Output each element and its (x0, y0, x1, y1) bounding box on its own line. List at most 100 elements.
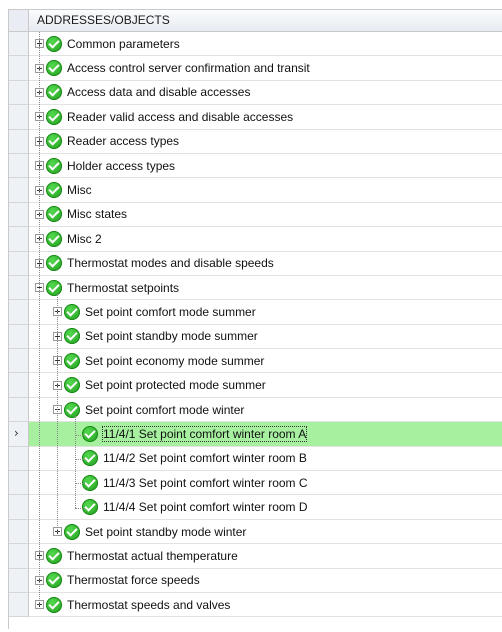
tree-cell[interactable]: Misc 2 (29, 227, 502, 252)
tree-node-label[interactable]: Access control server confirmation and t… (67, 61, 310, 75)
tree-node-label[interactable]: 11/4/2 Set point comfort winter room B (103, 451, 307, 465)
tree-cell[interactable]: Reader access types (29, 130, 502, 154)
tree-connector-line (75, 483, 85, 485)
tree-cell[interactable]: Set point protected mode summer (29, 373, 502, 398)
tree-cell[interactable]: 11/4/4 Set point comfort winter room D (29, 495, 502, 520)
tree-cell[interactable]: 11/4/1 Set point comfort winter room A (29, 422, 502, 447)
status-ok-check-icon (46, 230, 62, 247)
tree-row[interactable]: Thermostat setpoints (9, 275, 502, 301)
row-indicator[interactable] (9, 32, 29, 57)
tree-cell[interactable]: Holder access types (29, 154, 502, 179)
tree-row[interactable]: Thermostat force speeds (9, 568, 502, 593)
tree-cell[interactable]: Thermostat force speeds (29, 569, 502, 593)
tree-row[interactable]: Access data and disable accesses (9, 80, 502, 106)
tree-row[interactable]: Set point comfort mode winter (9, 397, 502, 423)
row-indicator[interactable] (9, 373, 29, 398)
tree-row[interactable]: Thermostat actual themperature (9, 544, 502, 569)
tree-node-label[interactable]: Thermostat force speeds (67, 573, 200, 587)
row-indicator[interactable] (9, 397, 29, 423)
tree-row[interactable]: Thermostat modes and disable speeds (9, 251, 502, 276)
tree-row[interactable]: Set point standby mode summer (9, 324, 502, 350)
column-header-addresses-objects[interactable]: ADDRESSES/OBJECTS (29, 10, 502, 32)
tree-row[interactable]: Set point standby mode winter (9, 519, 502, 545)
tree-cell[interactable]: Reader valid access and disable accesses (29, 105, 502, 130)
tree-row[interactable]: Misc (9, 178, 502, 203)
tree-node-label[interactable]: Reader valid access and disable accesses (67, 110, 293, 124)
tree-row[interactable]: Misc states (9, 202, 502, 228)
tree-node-label[interactable]: Set point standby mode winter (85, 525, 246, 539)
tree-cell[interactable]: Thermostat setpoints (29, 276, 502, 301)
tree-cell[interactable]: Access data and disable accesses (29, 81, 502, 106)
row-indicator[interactable] (9, 275, 29, 301)
tree-cell[interactable]: Misc states (29, 203, 502, 228)
tree-row[interactable]: Reader valid access and disable accesses (9, 105, 502, 130)
tree-row[interactable]: Set point comfort mode summer (9, 300, 502, 325)
tree-cell[interactable]: Thermostat speeds and valves (29, 593, 502, 618)
tree-node-label[interactable]: 11/4/3 Set point comfort winter room C (103, 476, 308, 490)
row-indicator[interactable] (9, 129, 29, 154)
tree-row[interactable]: Reader access types (9, 129, 502, 154)
current-row-arrow-icon: › (14, 426, 19, 441)
tree-node-label[interactable]: Misc 2 (67, 232, 102, 246)
row-indicator[interactable] (9, 446, 29, 472)
tree-node-label[interactable]: 11/4/1 Set point comfort winter room A (101, 425, 308, 442)
tree-node-label[interactable]: Misc (67, 183, 92, 197)
row-indicator[interactable] (9, 105, 29, 130)
tree-connector-line (57, 294, 58, 533)
status-ok-check-icon (46, 108, 62, 125)
tree-node-label[interactable]: Access data and disable accesses (67, 85, 250, 99)
tree-node-label[interactable]: Set point standby mode summer (85, 329, 258, 343)
row-indicator[interactable] (9, 592, 29, 618)
row-indicator[interactable] (9, 251, 29, 276)
tree-cell[interactable]: Set point economy mode summer (29, 349, 502, 374)
row-indicator[interactable] (9, 495, 29, 520)
row-indicator[interactable] (9, 178, 29, 203)
tree-row[interactable]: Misc 2 (9, 227, 502, 252)
tree-cell[interactable]: Thermostat actual themperature (29, 544, 502, 569)
tree-node-label[interactable]: Set point comfort mode summer (85, 305, 256, 319)
tree-node-label[interactable]: Set point comfort mode winter (85, 403, 244, 417)
tree-cell[interactable]: Set point comfort mode winter (29, 398, 502, 423)
row-indicator[interactable]: › (9, 422, 29, 447)
row-indicator[interactable] (9, 56, 29, 81)
tree-node-label[interactable]: Holder access types (67, 159, 175, 173)
tree-row[interactable]: Set point protected mode summer (9, 373, 502, 398)
row-indicator[interactable] (9, 300, 29, 325)
tree-cell[interactable]: 11/4/3 Set point comfort winter room C (29, 471, 502, 496)
tree-cell[interactable]: Set point standby mode summer (29, 325, 502, 350)
tree-node-label[interactable]: Thermostat modes and disable speeds (67, 256, 274, 270)
row-indicator[interactable] (9, 153, 29, 179)
addresses-tree-grid: ADDRESSES/OBJECTS Common parameters Acces… (8, 9, 502, 629)
tree-node-label[interactable]: 11/4/4 Set point comfort winter room D (103, 500, 308, 514)
tree-cell[interactable]: Set point comfort mode summer (29, 300, 502, 325)
row-indicator[interactable] (9, 80, 29, 106)
tree-node-label[interactable]: Common parameters (67, 37, 180, 51)
tree-cell[interactable]: Access control server confirmation and t… (29, 56, 502, 81)
row-indicator[interactable] (9, 519, 29, 545)
tree-row[interactable]: Holder access types (9, 153, 502, 179)
row-indicator[interactable] (9, 349, 29, 374)
row-indicator[interactable] (9, 202, 29, 228)
tree-node-label[interactable]: Set point protected mode summer (85, 378, 266, 392)
tree-node-label[interactable]: Thermostat setpoints (67, 281, 179, 295)
tree-row[interactable]: Common parameters (9, 32, 502, 57)
status-ok-check-icon (46, 84, 62, 101)
tree-row[interactable]: Thermostat speeds and valves (9, 592, 502, 618)
tree-cell[interactable]: Thermostat modes and disable speeds (29, 252, 502, 276)
tree-node-label[interactable]: Thermostat actual themperature (67, 549, 238, 563)
tree-cell[interactable]: Misc (29, 178, 502, 203)
tree-row[interactable]: Set point economy mode summer (9, 349, 502, 374)
tree-node-label[interactable]: Reader access types (67, 134, 179, 148)
tree-cell[interactable]: Common parameters (29, 32, 502, 57)
tree-node-label[interactable]: Misc states (67, 207, 127, 221)
tree-row[interactable]: Access control server confirmation and t… (9, 56, 502, 81)
row-indicator[interactable] (9, 324, 29, 350)
row-indicator[interactable] (9, 227, 29, 252)
tree-cell[interactable]: 11/4/2 Set point comfort winter room B (29, 447, 502, 472)
row-indicator[interactable] (9, 471, 29, 496)
tree-cell[interactable]: Set point standby mode winter (29, 520, 502, 545)
tree-node-label[interactable]: Set point economy mode summer (85, 354, 264, 368)
row-indicator[interactable] (9, 544, 29, 569)
tree-node-label[interactable]: Thermostat speeds and valves (67, 598, 230, 612)
row-indicator[interactable] (9, 568, 29, 593)
